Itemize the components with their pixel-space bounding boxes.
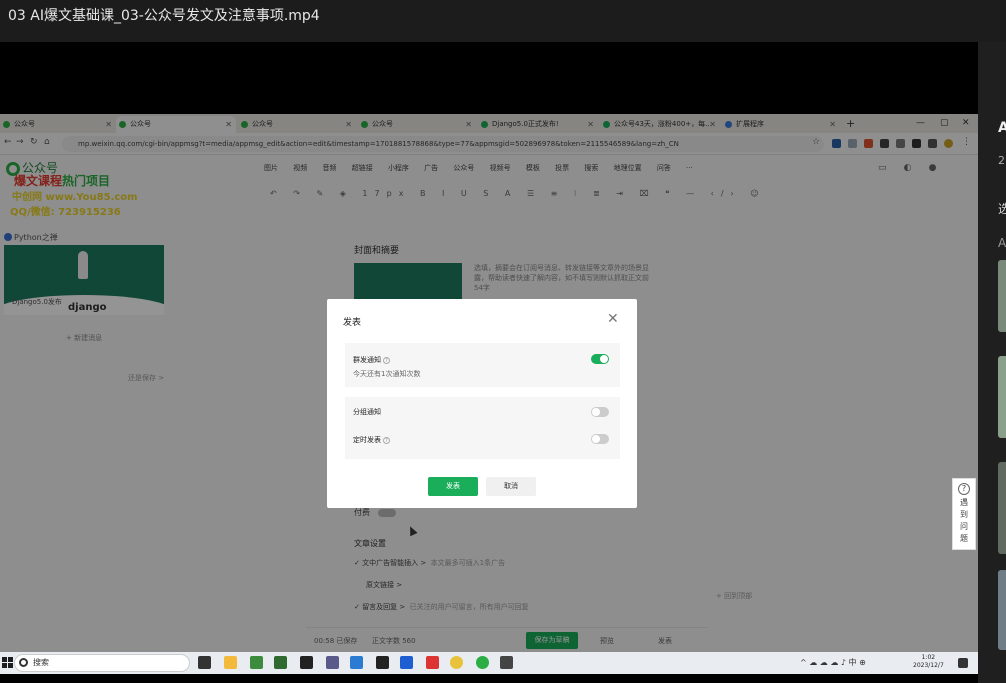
group-notify-label: 分组通知 [353,408,381,416]
dialog-title: 发表 [343,318,362,328]
taskbar-search-input[interactable]: 搜索 [14,654,190,672]
mass-notify-label: 群发通知? [353,355,390,365]
wps-icon[interactable] [426,656,439,669]
windows-taskbar: 搜索 ^ ☁ ☁ ☁ ♪ 中 ⊕ 1:02 2023/12/7 [0,652,978,674]
side-thumb-1[interactable] [998,260,1006,332]
camera-icon[interactable] [500,656,513,669]
publish-dialog: 发表 ✕ 群发通知? 今天还有1次通知次数 分组通知 定时发表? 发表 取消 [327,299,637,508]
app-icon[interactable] [326,656,339,669]
help-icon: ? [383,436,390,444]
notification-icon[interactable] [958,658,968,668]
side-thumb-4[interactable] [998,570,1006,650]
bottom-strip [0,674,978,683]
file-explorer-icon[interactable] [224,656,237,669]
mass-notify-toggle[interactable] [591,354,609,364]
side-panel-label-a[interactable]: 选 [998,200,1006,217]
cancel-button[interactable]: 取消 [486,477,536,496]
group-notify-toggle[interactable] [591,407,609,417]
scheduled-toggle[interactable] [591,434,609,444]
typora-icon[interactable] [376,656,389,669]
app-icon[interactable] [400,656,413,669]
search-icon [19,658,28,667]
scheduled-label: 定时发表? [353,435,390,445]
app-icon[interactable] [250,656,263,669]
side-panel: A 2 选 A [978,42,1006,683]
question-icon: ? [958,483,970,495]
task-view-icon[interactable] [198,656,211,669]
side-thumb-3[interactable] [998,462,1006,554]
side-panel-count: 2 [998,154,1005,167]
system-tray[interactable]: ^ ☁ ☁ ☁ ♪ 中 ⊕ [800,657,866,668]
mass-notify-group: 群发通知? 今天还有1次通知次数 [345,343,620,387]
wechat-icon[interactable] [476,656,489,669]
player-title: 03 AI爆文基础课_03-公众号发文及注意事项.mp4 [0,0,1006,42]
publish-button[interactable]: 发表 [428,477,478,496]
other-options-group: 分组通知 定时发表? [345,397,620,459]
close-icon[interactable]: ✕ [607,311,619,327]
side-panel-label-b[interactable]: A [998,236,1006,250]
windows-start-icon[interactable] [2,657,13,668]
mass-notify-sub: 今天还有1次通知次数 [353,370,421,378]
chrome-icon[interactable] [450,656,463,669]
help-icon: ? [383,356,390,364]
side-panel-title: A [998,120,1006,136]
taskbar-clock[interactable]: 1:02 2023/12/7 [913,654,944,670]
terminal-icon[interactable] [300,656,313,669]
video-frame: 公众号 ✕ 公众号 ✕ 公众号 ✕ 公众号 ✕ Django5.0正式发布! ✕ 公众号4… [0,114,978,652]
app-icon[interactable] [274,656,287,669]
video-player-window: 03 AI爆文基础课_03-公众号发文及注意事项.mp4 A 2 选 A 公众号… [0,0,1006,683]
vscode-icon[interactable] [350,656,363,669]
help-widget[interactable]: ? 遇 到 问 题 [952,478,976,550]
side-thumb-2[interactable] [998,356,1006,438]
